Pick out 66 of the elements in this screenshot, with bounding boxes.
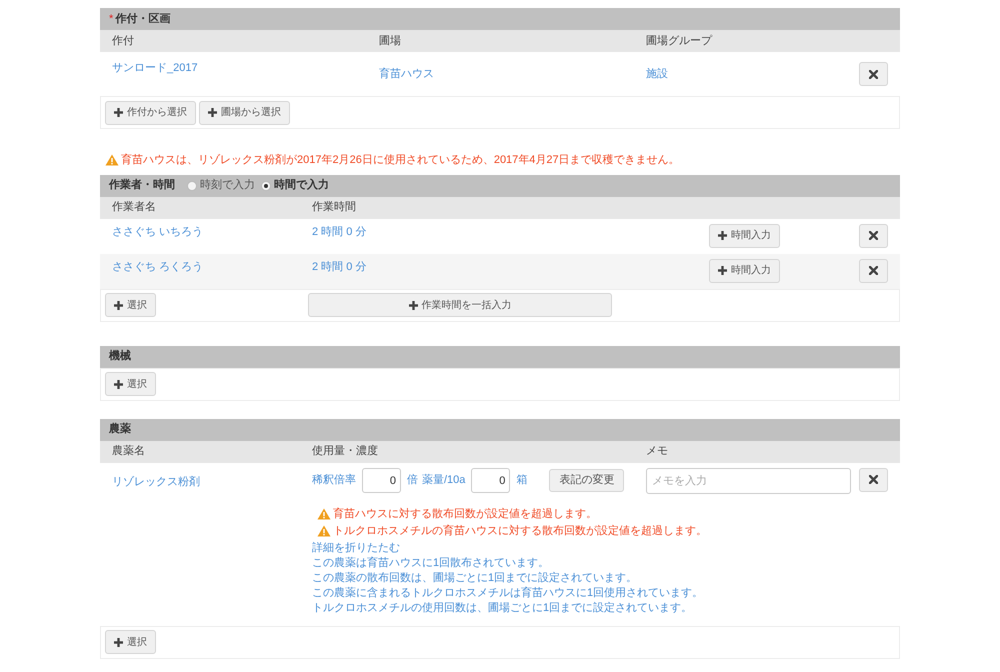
pesticide-link[interactable]: リゾレックス粉剤 [112, 474, 312, 494]
section-title: 農薬 [109, 422, 131, 438]
group-link[interactable]: 施設 [646, 66, 859, 82]
add-button[interactable]: 作付から選択 [105, 100, 196, 124]
detail-text: この農薬は育苗ハウスに1回散布されています。 [312, 556, 550, 570]
notation-button[interactable]: 表記の変更 [549, 469, 624, 492]
plus-icon [114, 108, 123, 117]
radio-button[interactable] [187, 180, 197, 190]
warning-message: 育苗ハウスは、リゾレックス粉剤が2017年2月26日に使用されているため、2017年4月27日まで収穫できません。 [121, 152, 680, 168]
delete-button[interactable] [859, 62, 888, 86]
bulk-input-button[interactable]: 作業時間を一括入力 [308, 293, 612, 317]
warning-icon [317, 525, 331, 537]
collapse-details-link[interactable]: 詳細を折りたたむ [312, 540, 888, 556]
warning-icon [105, 154, 119, 166]
warning-message: トルクロホスメチルの育苗ハウスに対する散布回数が設定値を超過します。 [333, 524, 707, 538]
section-title: 機械 [109, 348, 131, 364]
time-input-button[interactable]: 時間入力 [709, 258, 780, 282]
plus-icon [718, 231, 727, 240]
radio-option[interactable]: 時刻で入力 [187, 177, 255, 194]
add-button[interactable]: 選択 [105, 372, 156, 396]
x-icon [869, 70, 878, 78]
column-header: メモ [646, 444, 669, 460]
delete-button[interactable] [859, 258, 888, 282]
warning-icon [317, 508, 331, 520]
duration-link[interactable]: 2 時間 0 分 [312, 224, 709, 240]
radio-option[interactable]: 時間で入力 [261, 177, 329, 194]
column-header: 圃場グループ [646, 34, 714, 49]
amount-label: 薬量/10a [422, 472, 466, 488]
column-header: 使用量・濃度 [312, 444, 379, 460]
plus-icon [114, 380, 123, 388]
plus-icon [114, 638, 123, 646]
time-input-button[interactable]: 時間入力 [709, 224, 780, 248]
field-link[interactable]: 育苗ハウス [379, 66, 646, 82]
amount-input[interactable]: 0 [471, 468, 510, 493]
x-icon [869, 475, 878, 484]
add-button[interactable]: 選択 [105, 630, 156, 654]
required-asterisk: * [109, 12, 114, 27]
section-title: 作付・区画 [115, 12, 170, 27]
plus-icon [208, 108, 217, 117]
crop-link[interactable]: サンロード_2017 [112, 60, 379, 76]
warning-message: 育苗ハウスに対する散布回数が設定値を超過します。 [333, 506, 597, 522]
plus-icon [718, 266, 727, 275]
add-button[interactable]: 選択 [105, 293, 156, 317]
detail-text: この農薬の散布回数は、圃場ごとに1回までに設定されています。 [312, 570, 638, 586]
column-header: 作付 [112, 34, 135, 49]
x-icon [869, 231, 878, 240]
amount-unit: 箱 [516, 473, 528, 488]
column-header: 圃場 [379, 34, 402, 49]
column-header: 農薬名 [112, 444, 146, 460]
column-header: 作業時間 [312, 200, 357, 216]
detail-text: トルクロホスメチルの使用回数は、圃場ごとに1回までに設定されています。 [312, 600, 694, 616]
dilution-input[interactable]: 0 [362, 468, 401, 493]
dilution-label: 稀釈倍率 [312, 472, 356, 488]
column-header: 作業者名 [112, 200, 157, 216]
detail-text: この農薬に含まれるトルクロホスメチルは育苗ハウスに1回使用されています。 [312, 586, 704, 600]
delete-button[interactable] [859, 468, 888, 492]
plus-icon [114, 300, 123, 310]
x-icon [869, 266, 878, 275]
radio-button[interactable] [261, 180, 271, 190]
dilution-unit: 倍 [407, 473, 418, 488]
memo-input[interactable]: メモを入力 [646, 468, 851, 494]
add-button[interactable]: 圃場から選択 [199, 100, 290, 124]
plus-icon [408, 300, 418, 310]
delete-button[interactable] [859, 224, 888, 248]
section-title: 作業者・時間 [109, 178, 175, 194]
worker-link[interactable]: ささぐち いちろう [112, 224, 312, 240]
